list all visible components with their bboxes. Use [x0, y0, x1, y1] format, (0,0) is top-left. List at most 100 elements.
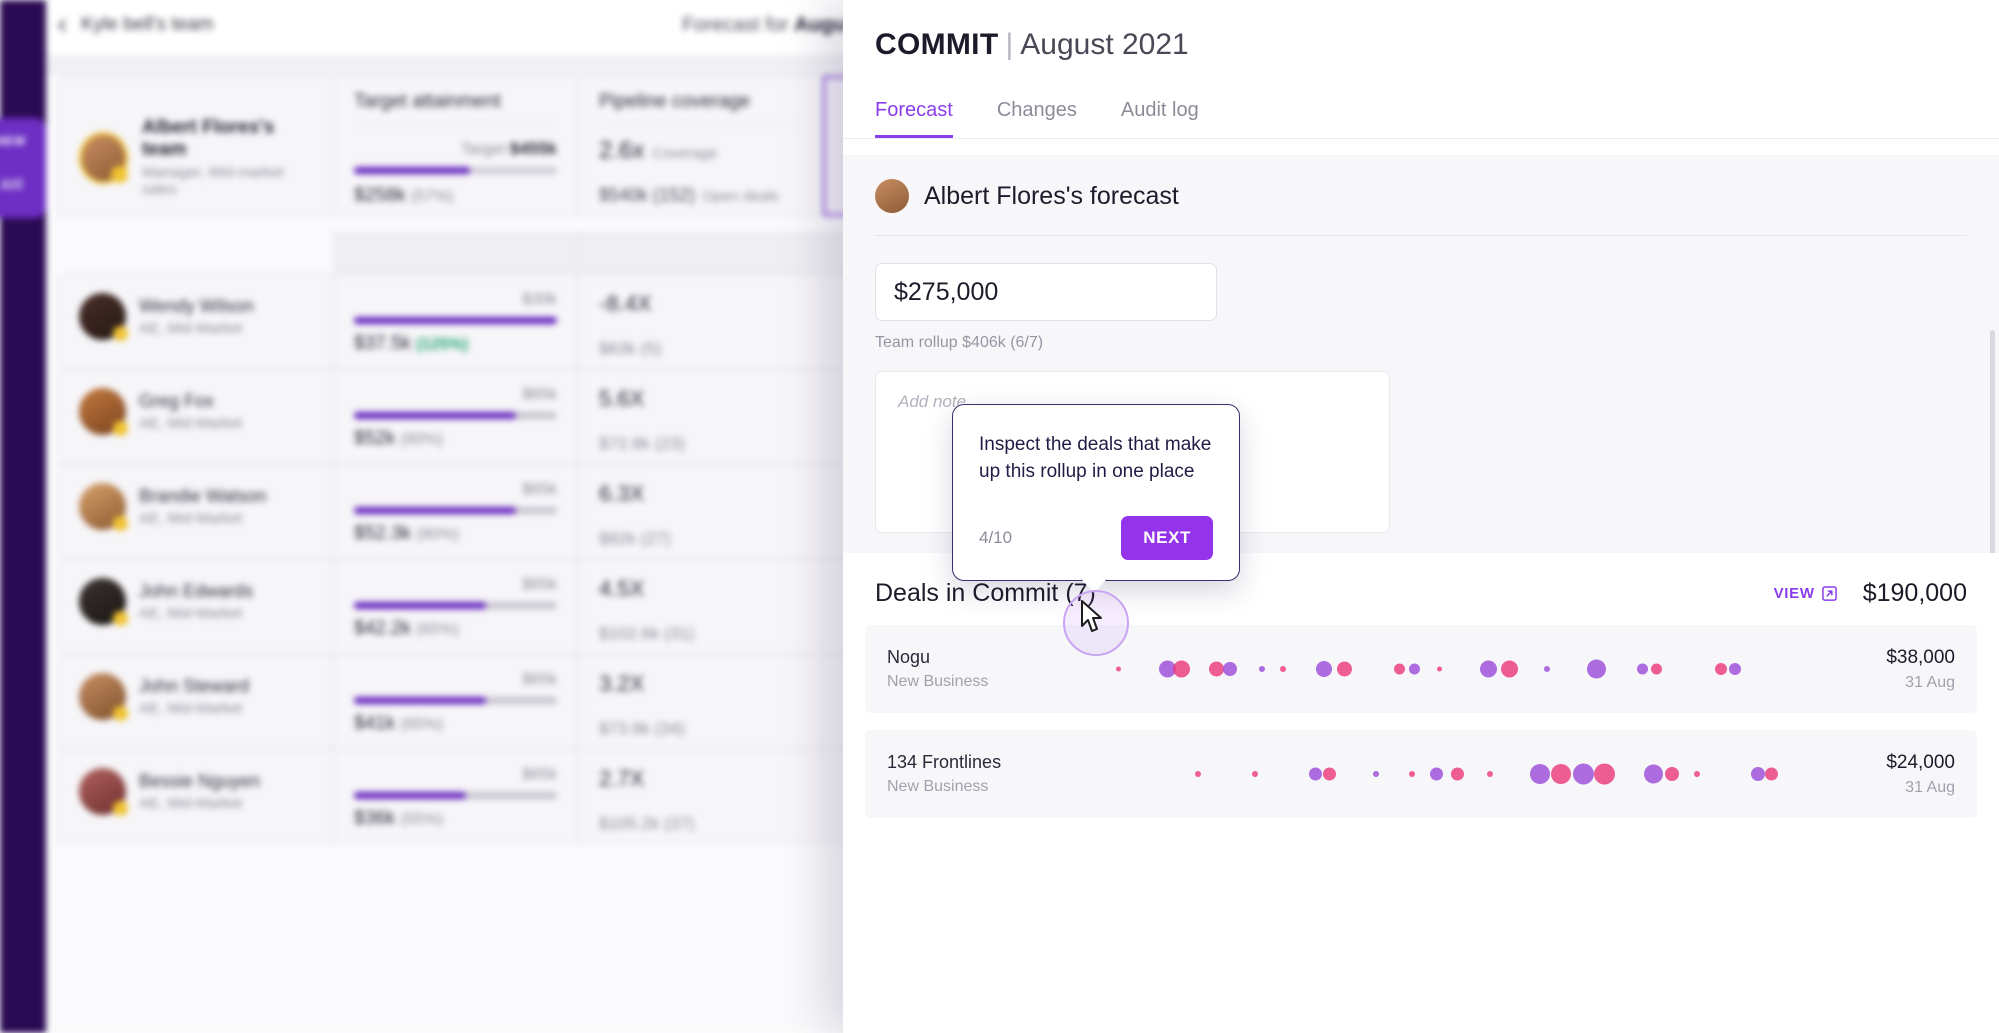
coverage-multiple: 3.2X: [599, 671, 802, 697]
panel-tabs: Forecast Changes Audit log: [875, 99, 1999, 138]
coverage-cell: 3.2X $73.6k (34): [578, 654, 823, 749]
panel-scrollbar[interactable]: [1990, 330, 1995, 570]
forecast-amount-input[interactable]: $275,000: [875, 263, 1217, 321]
activity-dot: [1651, 664, 1662, 675]
target-attainment-card: Target attainment Target $455k $258k (57…: [333, 76, 578, 216]
activity-dot: [1173, 661, 1190, 678]
attainment-percent: (65%): [416, 621, 459, 638]
attainment-bar-track: [354, 792, 557, 799]
avatar: [79, 578, 126, 625]
team-owner-role: Manager, Mid-market sales: [142, 164, 312, 198]
forecast-prefix: Forecast for: [682, 14, 794, 36]
coverage-detail: $82k (27): [599, 529, 802, 549]
rep-name: Greg Fox: [139, 391, 242, 412]
avatar: [79, 768, 126, 815]
attainment-cell: $30k$37.5k (125%): [333, 274, 578, 369]
coverage-cell: 5.6X$72.8k (23): [578, 369, 823, 464]
activity-dot: [1715, 663, 1727, 675]
deal-amount: $38,000: [1815, 647, 1955, 669]
sidebar-item-1[interactable]: ct: [0, 80, 44, 100]
activity-dot: [1487, 771, 1493, 777]
cursor-pointer-icon: [1080, 600, 1108, 634]
attainment-bar-fill: [354, 317, 557, 324]
coverage-cell: 4.5X$102.6k (31): [578, 559, 823, 654]
rep-role: AE, Mid-Market: [139, 795, 260, 812]
activity-dot: [1765, 768, 1778, 781]
activity-dot: [1437, 667, 1442, 672]
rep-identity: John StewardAE, Mid-Market: [79, 673, 312, 720]
panel-header: COMMIT|August 2021: [843, 0, 1999, 62]
panel-title-period: August 2021: [1020, 28, 1188, 61]
activity-dot: [1323, 768, 1336, 781]
rep-name: Bessie Nguyen: [139, 771, 260, 792]
next-button[interactable]: NEXT: [1121, 516, 1213, 560]
activity-dot: [1209, 662, 1224, 677]
quota-value: $65k: [522, 766, 557, 784]
activity-dot: [1573, 764, 1594, 785]
deal-figures: $24,00031 Aug: [1815, 752, 1955, 797]
rep-role: AE, Mid-Market: [139, 605, 253, 622]
activity-dot: [1644, 765, 1663, 784]
activity-dot: [1337, 662, 1352, 677]
deal-close-date: 31 Aug: [1815, 674, 1955, 692]
tab-audit-log[interactable]: Audit log: [1121, 99, 1199, 138]
avatar: [79, 483, 126, 530]
rep-name: John Edwards: [139, 581, 253, 602]
attainment-bar-fill: [354, 792, 466, 799]
attainment-bar-track: [354, 602, 557, 609]
deal-name: 134 Frontlines: [887, 752, 1102, 773]
view-deals-link[interactable]: VIEW: [1774, 585, 1837, 602]
activity-dot: [1223, 662, 1237, 676]
chevron-left-icon: [58, 19, 71, 32]
quota-value: $65k: [522, 481, 557, 499]
deal-row[interactable]: 134 FrontlinesNew Business$24,00031 Aug: [865, 730, 1977, 818]
deal-activity-chart: [1102, 646, 1815, 692]
attainment-bar-track: [354, 507, 557, 514]
coverage-multiple: 6.3X: [599, 481, 802, 507]
attainment-amount: $42.2k: [354, 618, 411, 639]
attainment-value: $52.3k (80%): [354, 523, 459, 545]
sidebar-item-forecast-active[interactable]: NEW ast: [0, 118, 46, 218]
deal-activity-chart: [1102, 751, 1815, 797]
activity-dot: [1530, 764, 1550, 784]
coverage-cell: -8.4X$63k (5): [578, 274, 823, 369]
coverage-detail: $73.6k (34): [599, 719, 802, 739]
divider: [354, 124, 557, 125]
sidebar-item-3[interactable]: ts: [0, 380, 44, 400]
attainment-bar-fill: [354, 167, 470, 174]
attainment-value: $52k (80%): [354, 428, 443, 450]
coverage-label: Coverage: [652, 145, 717, 162]
col-header-coverage: [578, 232, 823, 274]
rep-cell: John StewardAE, Mid-Market: [58, 654, 333, 749]
attainment-amount: $52k: [354, 428, 395, 449]
attainment-bar-fill: [354, 697, 486, 704]
rep-cell: John Edwards AE, Mid-Market: [58, 559, 333, 654]
coach-mark-step: 4/10: [979, 528, 1012, 548]
panel-body: Albert Flores's forecast $275,000 Team r…: [843, 155, 1999, 1033]
sidebar-new-badge: NEW: [0, 134, 26, 148]
deals-title: Deals in Commit (7): [875, 579, 1096, 608]
tab-changes[interactable]: Changes: [997, 99, 1077, 138]
open-deals-value: $540k (152): [599, 185, 695, 205]
activity-dot: [1451, 768, 1464, 781]
tab-forecast[interactable]: Forecast: [875, 99, 953, 138]
attainment-percent: (80%): [400, 431, 443, 448]
activity-dot: [1195, 771, 1201, 777]
deals-section: Deals in Commit (7) VIEW $190,000 NoguNe…: [843, 553, 1999, 1033]
app-sidebar[interactable]: ct NEW ast ts: [0, 0, 46, 1033]
activity-dot: [1373, 771, 1379, 777]
deal-row[interactable]: NoguNew Business$38,00031 Aug: [865, 625, 1977, 713]
activity-dot: [1309, 768, 1322, 781]
activity-dot: [1394, 664, 1405, 675]
forecast-owner-row: Albert Flores's forecast: [843, 155, 1999, 213]
activity-dot: [1430, 768, 1443, 781]
attainment-percent: (57%): [411, 188, 454, 205]
panel-title-separator: |: [1005, 28, 1013, 61]
coverage-cell: 2.7X$105.2k (37): [578, 749, 823, 844]
avatar: [79, 293, 126, 340]
back-to-team-link[interactable]: Kyle bell's team: [60, 14, 213, 36]
rep-name: Wendy Wilson: [139, 296, 254, 317]
back-label: Kyle bell's team: [81, 14, 213, 36]
target-line: Target $455k: [461, 139, 557, 159]
deal-close-date: 31 Aug: [1815, 779, 1955, 797]
